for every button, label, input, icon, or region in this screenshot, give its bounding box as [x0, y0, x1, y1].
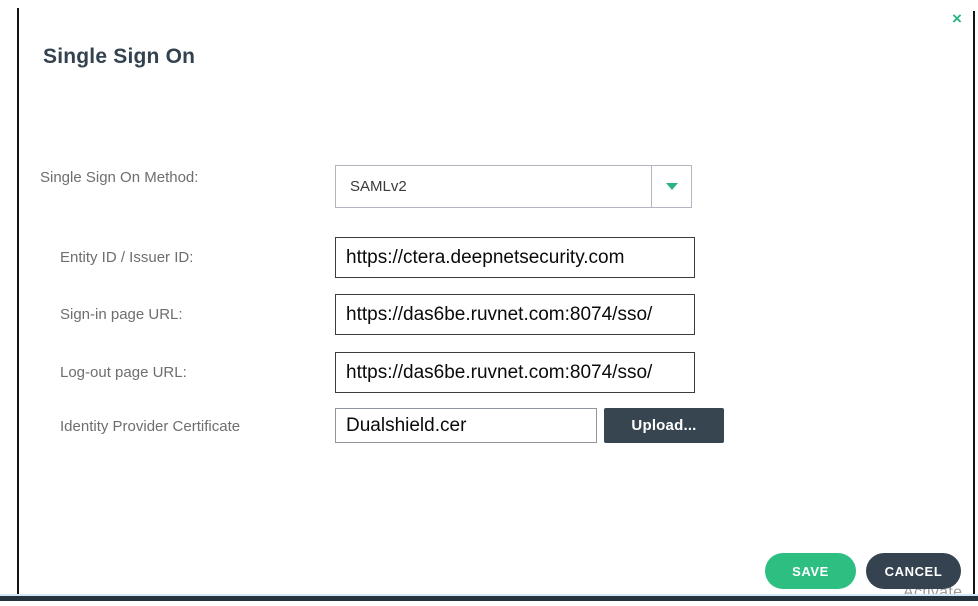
- chevron-down-icon: [666, 183, 678, 190]
- logout-url-input[interactable]: [335, 352, 695, 393]
- certificate-label: Identity Provider Certificate: [60, 418, 240, 435]
- logout-url-label: Log-out page URL:: [60, 364, 187, 381]
- sso-dialog: Activate Single Sign On × Single Sign On…: [0, 0, 978, 606]
- upload-button[interactable]: Upload...: [604, 408, 724, 443]
- cancel-button[interactable]: CANCEL: [866, 553, 961, 589]
- page-title: Single Sign On: [43, 45, 195, 69]
- sso-method-dropdown-button[interactable]: [651, 166, 691, 207]
- entity-id-input[interactable]: [335, 237, 695, 278]
- dialog-right-border: [973, 11, 975, 597]
- dialog-bottom-bar: [0, 596, 978, 601]
- dialog-left-border: [17, 8, 19, 597]
- signin-url-input[interactable]: [335, 294, 695, 335]
- signin-url-label: Sign-in page URL:: [60, 306, 183, 323]
- entity-id-label: Entity ID / Issuer ID:: [60, 249, 193, 266]
- sso-method-dropdown[interactable]: SAMLv2: [335, 165, 692, 208]
- close-icon[interactable]: ×: [946, 8, 968, 30]
- certificate-filename-input[interactable]: [335, 408, 597, 443]
- sso-method-selected-value: SAMLv2: [336, 178, 651, 195]
- save-button[interactable]: SAVE: [765, 553, 856, 589]
- sso-method-label: Single Sign On Method:: [40, 169, 198, 186]
